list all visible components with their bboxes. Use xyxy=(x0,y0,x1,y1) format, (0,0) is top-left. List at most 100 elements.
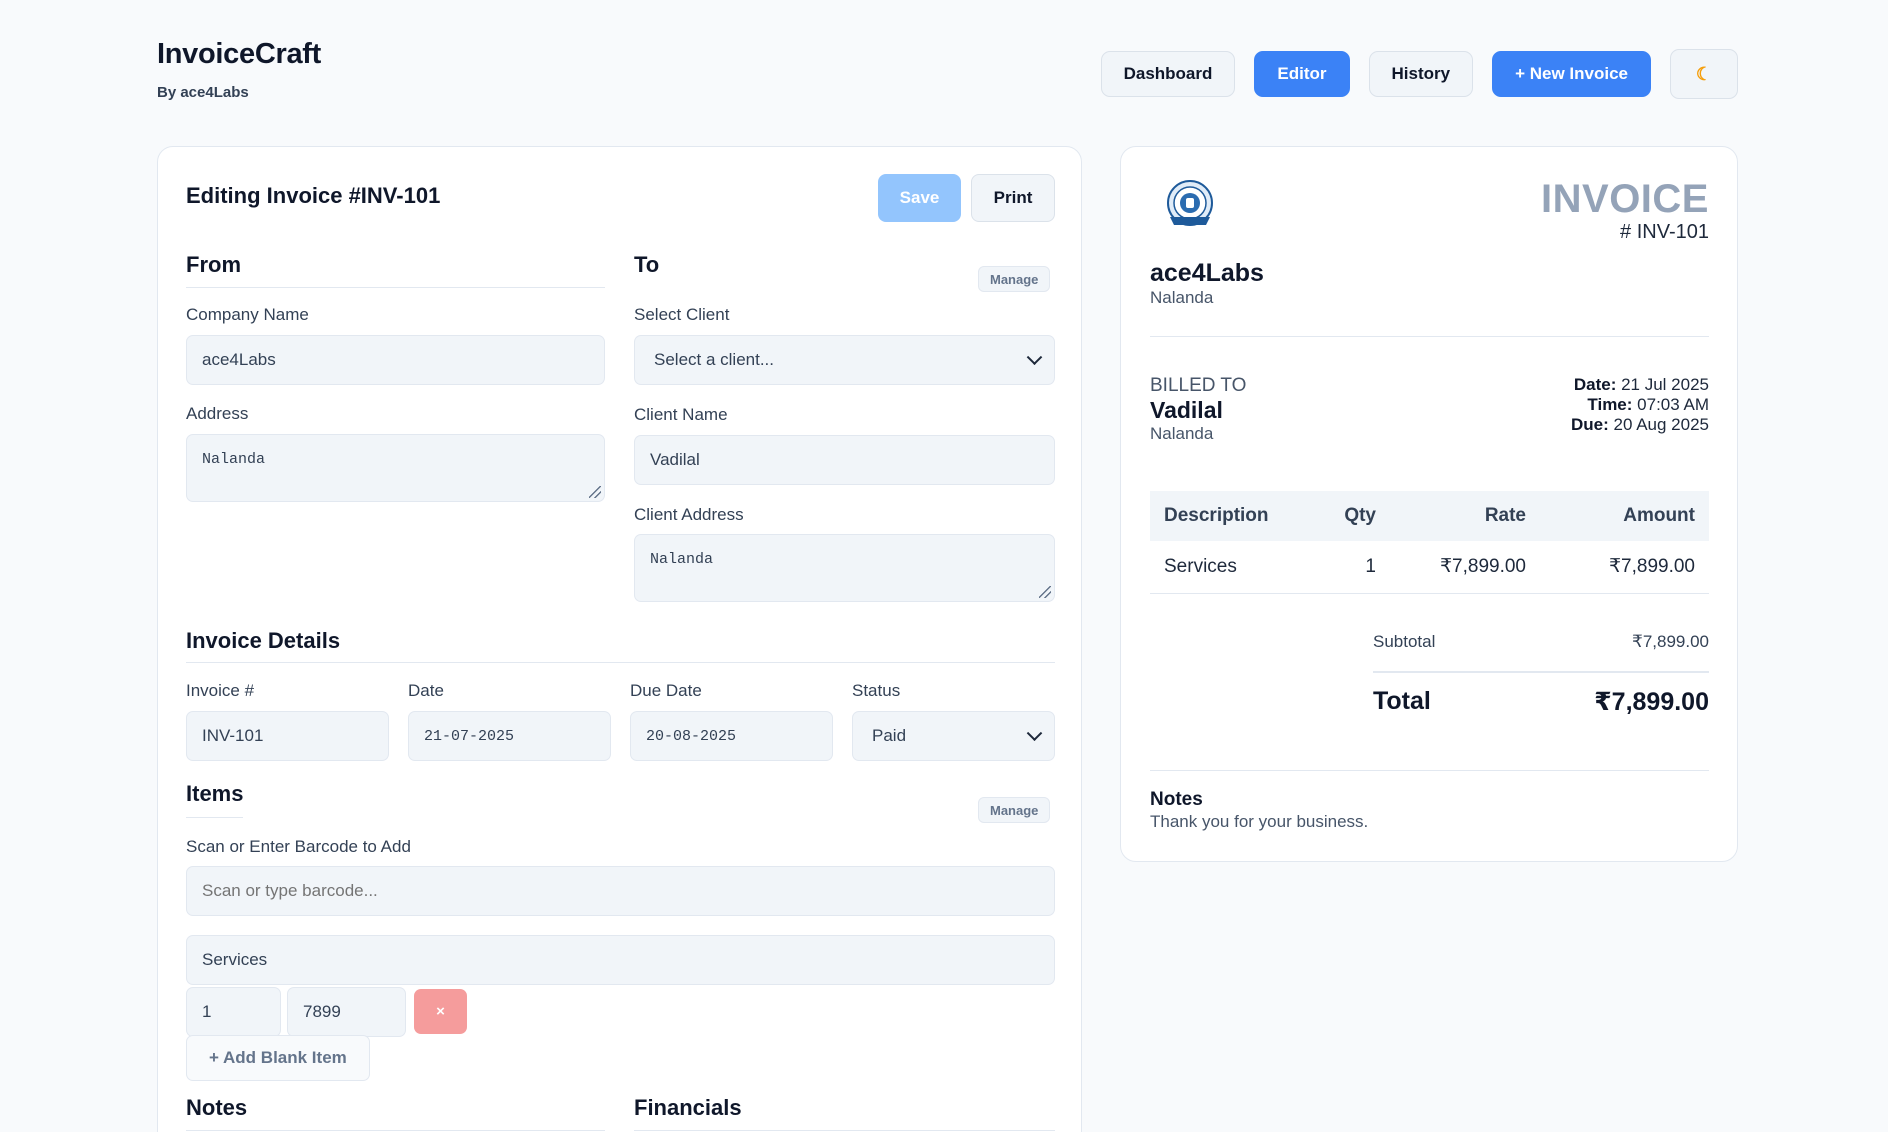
table-header-row: Description Qty Rate Amount xyxy=(1150,491,1709,541)
time-row-value: 07:03 AM xyxy=(1637,395,1709,414)
delete-item-button[interactable]: × xyxy=(414,989,467,1034)
app-subtitle: By ace4Labs xyxy=(157,84,249,101)
status-dropdown[interactable]: Paid xyxy=(852,711,1055,761)
nav-history-button[interactable]: History xyxy=(1368,51,1474,97)
col-amount: Amount xyxy=(1540,491,1709,541)
table-row: Services 1 ₹7,899.00 ₹7,899.00 xyxy=(1150,541,1709,594)
row-description: Services xyxy=(1150,541,1300,594)
preview-divider xyxy=(1150,336,1709,337)
new-invoice-button[interactable]: + New Invoice xyxy=(1492,51,1651,97)
from-company-address: Nalanda xyxy=(1150,288,1214,307)
invoice-preview: INVOICE # INV-101 ace4Labs Nalanda BILLE… xyxy=(1120,146,1738,862)
notes-title: Notes xyxy=(1150,789,1203,810)
notes-text: Thank you for your business. xyxy=(1150,812,1369,831)
due-date-value: 20-08-2025 xyxy=(646,727,737,745)
row-qty: 1 xyxy=(1300,541,1390,594)
company-name-input[interactable]: ace4Labs xyxy=(186,335,605,385)
from-company-name: ace4Labs xyxy=(1150,259,1264,287)
resize-handle[interactable] xyxy=(1039,586,1051,598)
financials-section-title: Financials xyxy=(634,1095,742,1120)
notes-divider xyxy=(1150,770,1709,771)
chevron-down-icon xyxy=(1026,725,1043,742)
nav-editor-button[interactable]: Editor xyxy=(1254,51,1350,97)
address-textarea[interactable]: Nalanda xyxy=(186,434,605,502)
manage-items-button[interactable]: Manage xyxy=(978,797,1051,823)
chevron-down-icon xyxy=(1026,349,1043,366)
client-address-textarea[interactable]: Nalanda xyxy=(634,534,1055,602)
barcode-input[interactable] xyxy=(186,866,1055,916)
item-qty-input[interactable]: 1 xyxy=(186,987,281,1037)
due-row-value: 20 Aug 2025 xyxy=(1613,415,1709,434)
editor-panel: Editing Invoice #INV-101 Save Print From… xyxy=(157,146,1082,1132)
company-logo-icon xyxy=(1167,180,1213,226)
item-description-value: Services xyxy=(202,950,268,969)
invoice-dates: Date: 21 Jul 2025 Time: 07:03 AM Due: 20… xyxy=(1571,375,1709,435)
items-divider xyxy=(186,817,243,818)
financials-divider xyxy=(634,1130,1055,1131)
item-qty-value: 1 xyxy=(202,1002,212,1021)
from-divider xyxy=(186,287,605,288)
details-divider xyxy=(186,662,1055,663)
status-label: Status xyxy=(852,681,901,700)
nav-dashboard-button[interactable]: Dashboard xyxy=(1100,51,1236,97)
billed-to-name: Vadilal xyxy=(1150,397,1223,423)
time-row: Time: 07:03 AM xyxy=(1571,395,1709,415)
date-row: Date: 21 Jul 2025 xyxy=(1571,375,1709,395)
theme-toggle-button[interactable]: ☾ xyxy=(1670,49,1738,99)
date-label: Date xyxy=(408,681,444,700)
from-section-title: From xyxy=(186,252,241,277)
total-label: Total xyxy=(1373,687,1431,715)
status-value: Paid xyxy=(872,726,907,745)
add-blank-item-button[interactable]: + Add Blank Item xyxy=(186,1035,370,1081)
item-description-input[interactable]: Services xyxy=(186,935,1055,985)
row-rate: ₹7,899.00 xyxy=(1390,541,1540,594)
select-client-label: Select Client xyxy=(634,305,730,324)
resize-handle[interactable] xyxy=(589,486,601,498)
col-qty: Qty xyxy=(1300,491,1390,541)
editor-title: Editing Invoice #INV-101 xyxy=(186,183,441,208)
notes-section-title: Notes xyxy=(186,1095,248,1120)
close-icon: × xyxy=(436,1003,445,1020)
barcode-label: Scan or Enter Barcode to Add xyxy=(186,837,411,856)
client-address-label: Client Address xyxy=(634,505,744,524)
client-name-input[interactable]: Vadilal xyxy=(634,435,1055,485)
total-divider xyxy=(1373,671,1709,673)
select-client-value: Select a client... xyxy=(654,350,775,369)
subtotal-value: ₹7,899.00 xyxy=(1632,632,1709,651)
save-button[interactable]: Save xyxy=(878,174,961,222)
client-name-value: Vadilal xyxy=(650,450,700,469)
app-title: InvoiceCraft xyxy=(157,38,321,70)
invoice-number-input[interactable]: INV-101 xyxy=(186,711,389,761)
notes-divider xyxy=(186,1130,605,1131)
company-name-label: Company Name xyxy=(186,305,309,324)
address-value: Nalanda xyxy=(202,451,266,468)
subtotal-label: Subtotal xyxy=(1373,632,1436,651)
items-table: Description Qty Rate Amount Services 1 ₹… xyxy=(1150,491,1709,594)
invoice-number-value: INV-101 xyxy=(202,726,264,745)
print-button[interactable]: Print xyxy=(971,174,1055,222)
total-value: ₹7,899.00 xyxy=(1594,688,1709,716)
row-amount: ₹7,899.00 xyxy=(1540,541,1709,594)
date-row-label: Date: xyxy=(1573,375,1617,394)
col-description: Description xyxy=(1150,491,1300,541)
due-date-input[interactable]: 20-08-2025 xyxy=(630,711,833,761)
due-row-label: Due: xyxy=(1571,415,1609,434)
date-input[interactable]: 21-07-2025 xyxy=(408,711,611,761)
company-name-value: ace4Labs xyxy=(202,350,276,369)
billed-to-label: BILLED TO xyxy=(1150,375,1247,396)
top-nav: Dashboard Editor History + New Invoice ☾ xyxy=(1100,49,1738,99)
date-row-value: 21 Jul 2025 xyxy=(1621,375,1709,394)
brand: InvoiceCraft By ace4Labs xyxy=(157,38,321,101)
items-section-title: Items xyxy=(186,781,244,806)
invoice-number: # INV-101 xyxy=(1620,221,1709,243)
client-name-label: Client Name xyxy=(634,405,728,424)
item-rate-input[interactable]: 7899 xyxy=(287,987,406,1037)
moon-icon: ☾ xyxy=(1695,63,1713,84)
time-row-label: Time: xyxy=(1587,395,1633,414)
due-row: Due: 20 Aug 2025 xyxy=(1571,415,1709,435)
manage-clients-button[interactable]: Manage xyxy=(978,266,1051,292)
col-rate: Rate xyxy=(1390,491,1540,541)
invoice-heading: INVOICE xyxy=(1541,177,1709,221)
date-value: 21-07-2025 xyxy=(424,727,515,745)
select-client-dropdown[interactable]: Select a client... xyxy=(634,335,1055,385)
